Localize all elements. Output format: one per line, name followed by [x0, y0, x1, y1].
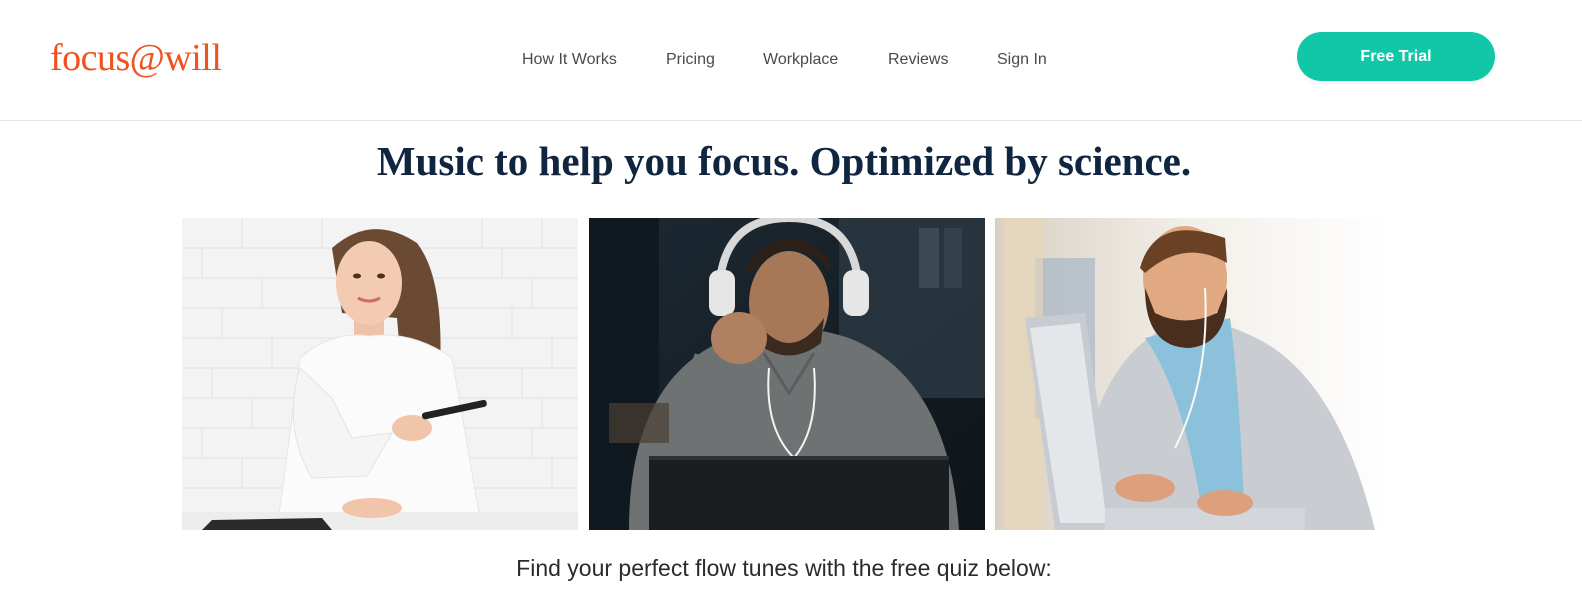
nav-workplace[interactable]: Workplace — [763, 48, 838, 72]
free-trial-button[interactable]: Free Trial — [1297, 32, 1495, 81]
nav-sign-in[interactable]: Sign In — [997, 48, 1047, 72]
site-header: focus@will How It Works Pricing Workplac… — [0, 0, 1582, 121]
quiz-intro-text: Find your perfect flow tunes with the fr… — [516, 555, 1052, 581]
man-with-headphones-at-laptop-photo — [589, 218, 985, 530]
bearded-man-typing-on-laptop-photo — [995, 218, 1387, 530]
nav-how-it-works[interactable]: How It Works — [522, 48, 617, 72]
page-headline: Music to help you focus. Optimized by sc… — [376, 138, 1192, 184]
nav-reviews[interactable]: Reviews — [888, 48, 948, 72]
nav-pricing[interactable]: Pricing — [666, 48, 715, 72]
focus-at-will-logo[interactable]: focus@will — [50, 33, 222, 83]
woman-holding-pen-photo — [182, 218, 578, 530]
